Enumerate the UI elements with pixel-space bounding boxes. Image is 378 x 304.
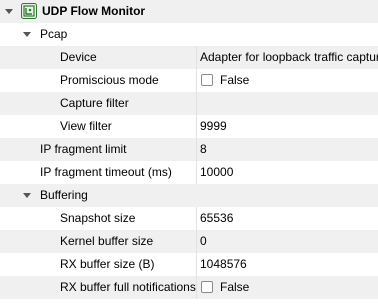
column-divider: [196, 276, 197, 299]
tree-label-udp-flow-monitor: UDP Flow Monitor: [42, 4, 146, 18]
expand-arrow-icon[interactable]: [5, 9, 13, 14]
tree-row-udp-flow-monitor[interactable]: UDP Flow Monitor: [0, 0, 378, 23]
column-divider: [196, 92, 197, 115]
column-divider: [196, 253, 197, 276]
property-row-rx-buffer-size[interactable]: RX buffer size (B) 1048576: [0, 253, 378, 276]
tree-row-pcap[interactable]: Pcap: [0, 23, 378, 46]
promiscious-mode-checkbox[interactable]: [201, 74, 213, 86]
column-divider: [196, 230, 197, 253]
column-divider: [196, 138, 197, 161]
property-row-ip-fragment-timeout[interactable]: IP fragment timeout (ms) 10000: [0, 161, 378, 184]
property-row-view-filter[interactable]: View filter 9999: [0, 115, 378, 138]
column-divider: [196, 46, 197, 69]
property-value-ip-fragment-timeout[interactable]: 10000: [200, 161, 233, 184]
property-tree: UDP Flow Monitor Pcap Device Adapter for…: [0, 0, 378, 304]
property-value-device[interactable]: Adapter for loopback traffic capture -: [200, 46, 378, 69]
column-divider: [196, 115, 197, 138]
column-divider: [196, 161, 197, 184]
property-label-device: Device: [60, 50, 97, 64]
property-label-ip-fragment-timeout: IP fragment timeout (ms): [40, 165, 172, 179]
property-value-snapshot-size[interactable]: 65536: [200, 207, 233, 230]
property-row-rx-buffer-full-notifications[interactable]: RX buffer full notifications False: [0, 276, 378, 299]
expand-arrow-icon[interactable]: [23, 32, 31, 37]
rx-buffer-full-notifications-checkbox[interactable]: [201, 281, 213, 293]
property-label-capture-filter: Capture filter: [60, 96, 129, 110]
property-value-kernel-buffer-size[interactable]: 0: [200, 230, 207, 253]
tree-label-buffering: Buffering: [40, 188, 88, 202]
column-divider: [196, 207, 197, 230]
property-row-kernel-buffer-size[interactable]: Kernel buffer size 0: [0, 230, 378, 253]
property-row-promiscious-mode[interactable]: Promiscious mode False: [0, 69, 378, 92]
property-value-rx-buffer-full-notifications: False: [220, 280, 250, 294]
property-value-promiscious-mode: False: [220, 73, 250, 87]
property-value-view-filter[interactable]: 9999: [200, 115, 227, 138]
property-row-ip-fragment-limit[interactable]: IP fragment limit 8: [0, 138, 378, 161]
property-row-capture-filter[interactable]: Capture filter: [0, 92, 378, 115]
tree-label-pcap: Pcap: [40, 27, 68, 41]
property-label-rx-buffer-full-notifications: RX buffer full notifications: [60, 280, 196, 294]
tree-row-buffering[interactable]: Buffering: [0, 184, 378, 207]
property-label-snapshot-size: Snapshot size: [60, 211, 136, 225]
property-label-view-filter: View filter: [60, 119, 112, 133]
property-value-rx-buffer-size[interactable]: 1048576: [200, 253, 247, 276]
expand-arrow-icon[interactable]: [23, 193, 31, 198]
property-label-promiscious-mode: Promiscious mode: [60, 73, 159, 87]
property-row-snapshot-size[interactable]: Snapshot size 65536: [0, 207, 378, 230]
property-label-kernel-buffer-size: Kernel buffer size: [60, 234, 154, 248]
column-divider: [196, 69, 197, 92]
property-label-ip-fragment-limit: IP fragment limit: [40, 142, 127, 156]
plugin-icon: [21, 3, 37, 19]
property-value-ip-fragment-limit[interactable]: 8: [200, 138, 207, 161]
property-row-device[interactable]: Device Adapter for loopback traffic capt…: [0, 46, 378, 69]
property-label-rx-buffer-size: RX buffer size (B): [60, 257, 155, 271]
